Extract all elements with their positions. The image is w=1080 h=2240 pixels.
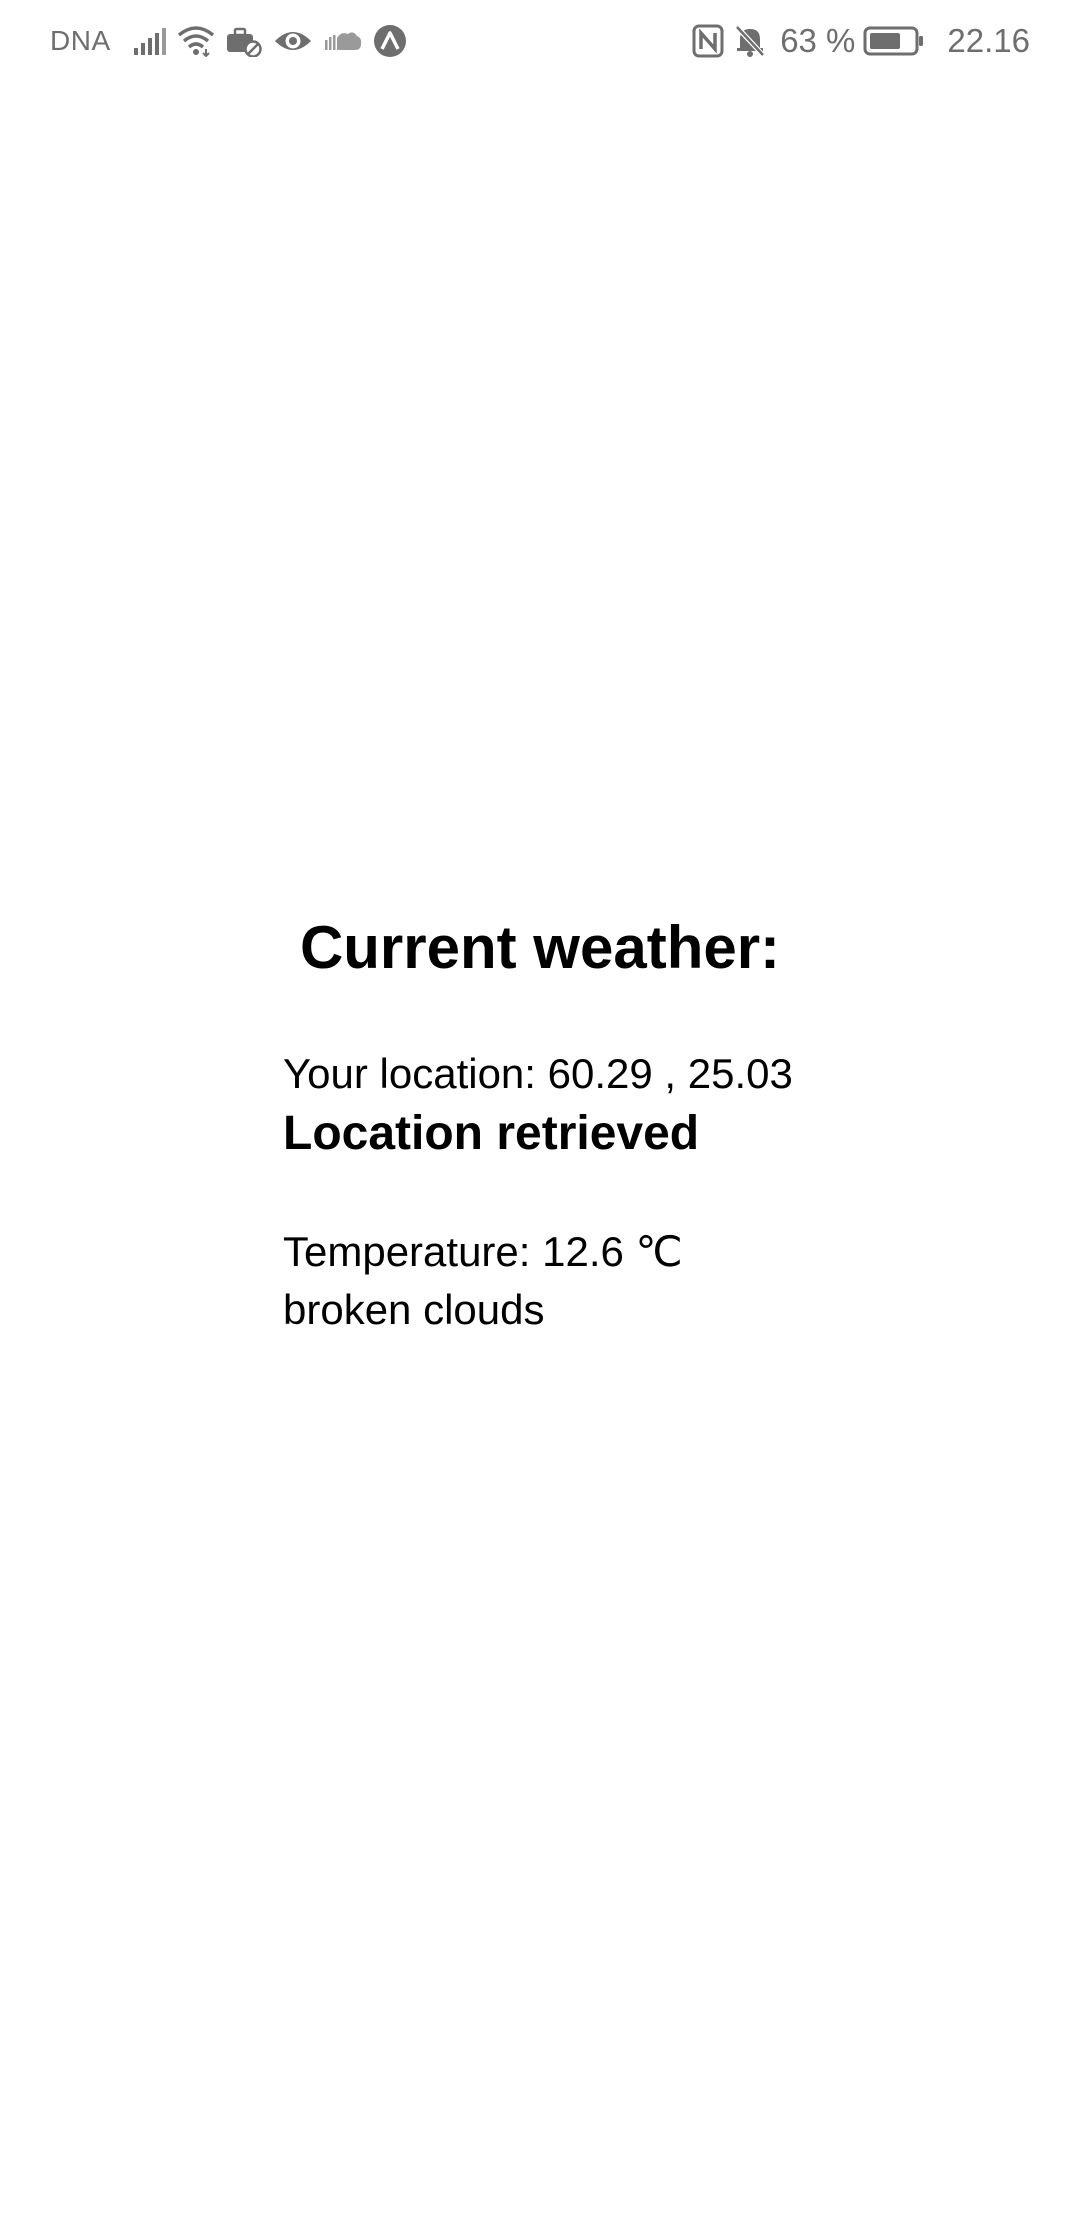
- eye-comfort-icon: [273, 26, 313, 56]
- cloud-icon: [323, 26, 363, 56]
- location-line: Your location: 60.29 , 25.03: [283, 1046, 1003, 1102]
- muted-bell-icon: [734, 24, 766, 58]
- temperature-line: Temperature: 12.6 ℃: [283, 1224, 1003, 1280]
- longitude-value: 25.03: [687, 1050, 793, 1097]
- work-profile-icon: [225, 25, 263, 57]
- wifi-icon: [177, 25, 215, 57]
- coordinate-separator: ,: [664, 1050, 677, 1097]
- temperature-label: Temperature:: [283, 1228, 531, 1275]
- weather-title: Current weather:: [299, 914, 781, 981]
- status-clock: 22.16: [947, 22, 1030, 59]
- temperature-unit: ℃: [635, 1228, 683, 1275]
- battery-icon: [863, 25, 925, 57]
- location-label: Your location:: [283, 1050, 536, 1097]
- latitude-value: 60.29: [547, 1050, 653, 1097]
- carrier-name: DNA: [50, 25, 111, 56]
- nfc-icon: [692, 24, 724, 58]
- location-status: Location retrieved: [283, 1107, 700, 1160]
- app-notification-icon: [373, 24, 407, 58]
- signal-bars-icon: [133, 26, 167, 56]
- status-bar-right: 63 % 22.16: [692, 18, 1030, 64]
- battery-percent: 63 %: [780, 22, 856, 59]
- status-bar-left: DNA: [50, 18, 417, 64]
- temperature-value: 12.6: [542, 1228, 624, 1275]
- weather-description: broken clouds: [283, 1286, 545, 1333]
- weather-info: Your location: 60.29 , 25.03 Location re…: [283, 1046, 1003, 1338]
- status-bar: DNA 63 % 22.16: [0, 0, 1080, 84]
